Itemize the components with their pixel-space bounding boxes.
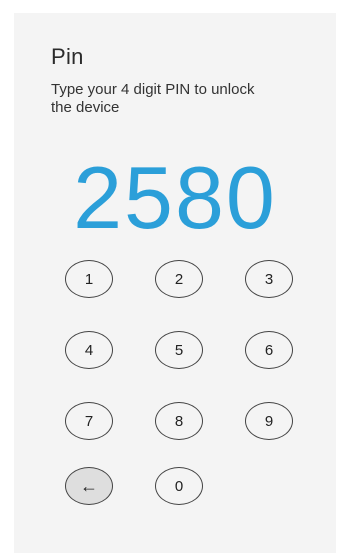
key-5-button[interactable]: 5 [155,331,203,369]
key-2-button[interactable]: 2 [155,260,203,298]
page-title: Pin [51,44,84,69]
key-9-button[interactable]: 9 [245,402,293,440]
key-3-button[interactable]: 3 [245,260,293,298]
key-0-button[interactable]: 0 [155,467,203,505]
key-4-button[interactable]: 4 [65,331,113,369]
key-6-button[interactable]: 6 [245,331,293,369]
key-8-button[interactable]: 8 [155,402,203,440]
key-1-button[interactable]: 1 [65,260,113,298]
instruction-text: Type your 4 digit PIN to unlock the devi… [51,81,255,116]
key-7-button[interactable]: 7 [65,402,113,440]
backspace-button[interactable]: ← [65,467,113,505]
backspace-arrow-icon: ← [80,475,98,496]
pin-display: 2580 [73,148,277,247]
